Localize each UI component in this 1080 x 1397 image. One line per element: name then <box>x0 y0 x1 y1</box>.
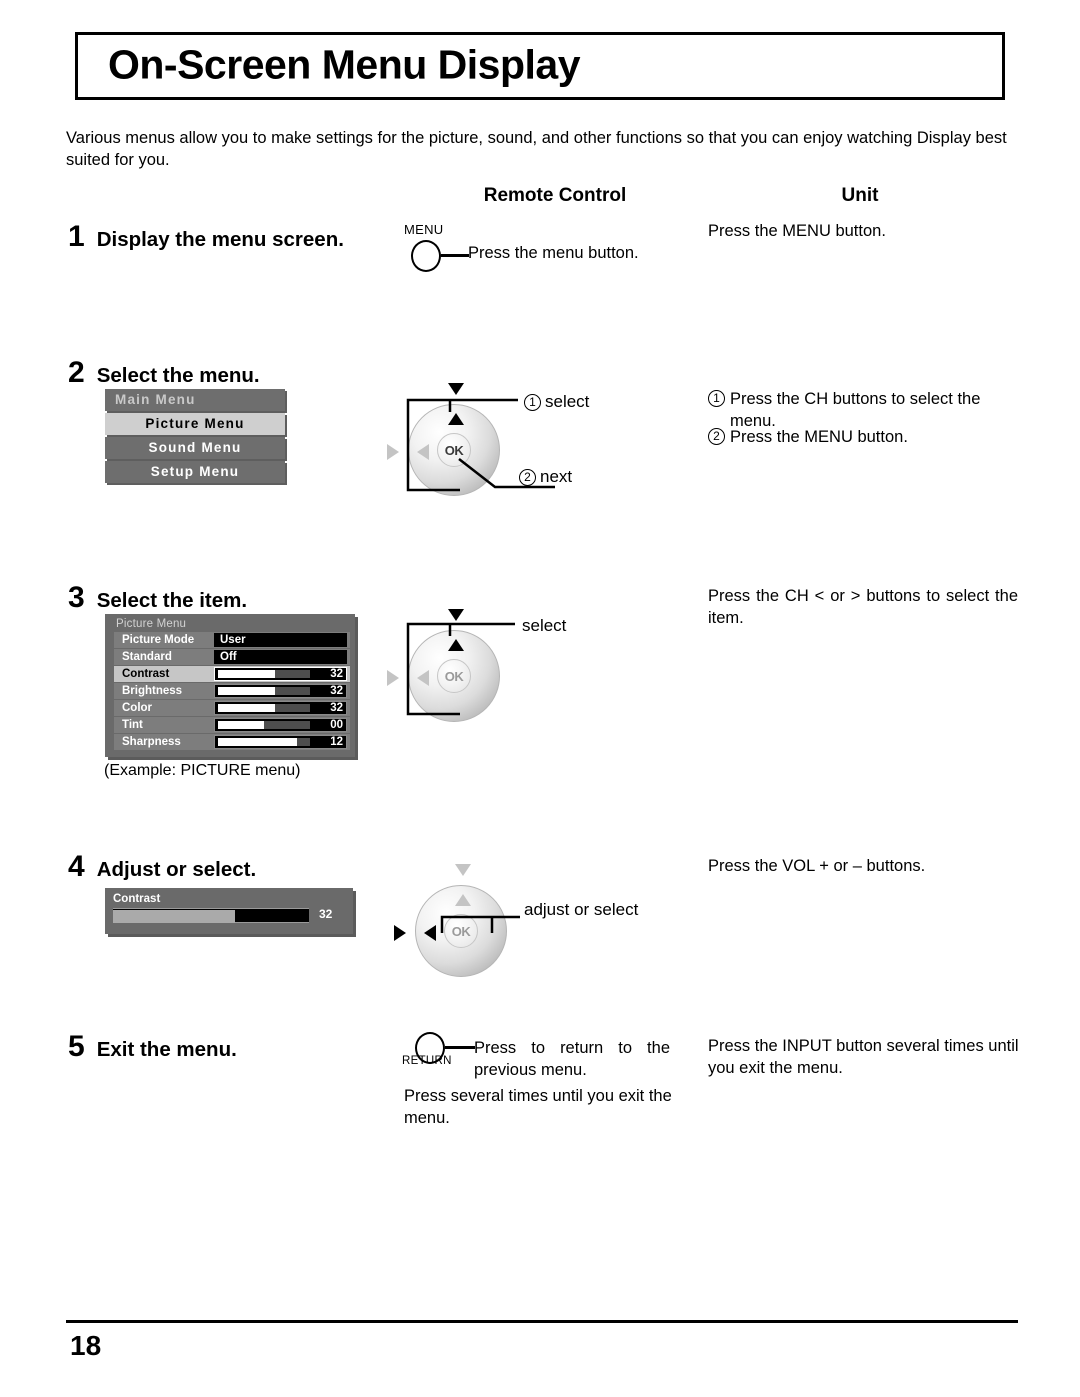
step-4-title: Adjust or select. <box>96 858 257 881</box>
step-5-heading: 5 Exit the menu. <box>68 1032 237 1062</box>
osd-picture-row-contrast[interactable]: Contrast 32 <box>114 666 350 682</box>
osd-picture-slider-brightness[interactable]: 32 <box>214 684 347 698</box>
osd-picture-value-field-picture-mode[interactable]: User <box>214 633 347 647</box>
step-2-callout-2-label: next <box>540 467 573 486</box>
osd-contrast-label: Contrast <box>113 893 161 905</box>
osd-picture-slider-fill-tint <box>218 721 264 729</box>
column-header-unit: Unit <box>841 185 879 206</box>
step-3-callout-label: select <box>522 616 567 635</box>
step-3-caption: (Example: PICTURE menu) <box>104 762 301 779</box>
osd-picture-label-picture-mode: Picture Mode <box>122 634 195 646</box>
step-1-heading: 1 Display the menu screen. <box>68 222 344 252</box>
step-5-remote-extra: Press several times until you exit the m… <box>404 1087 672 1128</box>
osd-picture-slider-tint[interactable]: 00 <box>214 718 347 732</box>
footer-divider <box>66 1320 1018 1323</box>
osd-picture-value-color: 32 <box>330 702 343 714</box>
osd-picture-slider-track-contrast <box>218 670 310 678</box>
menu-button-label: MENU <box>404 222 444 237</box>
osd-contrast-slider[interactable]: 32 <box>113 907 345 923</box>
osd-picture-label-color: Color <box>122 702 153 714</box>
osd-picture-value-field-standard[interactable]: Off <box>214 650 347 664</box>
osd-main-menu-item-picture[interactable]: Picture Menu <box>105 413 285 435</box>
step-1-title: Display the menu screen. <box>96 228 344 251</box>
page-title: On-Screen Menu Display <box>108 41 581 88</box>
osd-main-menu: Main Menu Picture Menu Sound Menu Setup … <box>105 389 285 485</box>
menu-button-leader-line <box>441 254 469 257</box>
osd-picture-label-tint: Tint <box>122 719 143 731</box>
step-4-heading: 4 Adjust or select. <box>68 852 256 882</box>
osd-picture-value-standard: Off <box>220 651 237 663</box>
step-4-number: 4 <box>68 850 85 883</box>
osd-contrast-value: 32 <box>319 907 333 921</box>
osd-picture-value-contrast: 32 <box>330 668 343 680</box>
osd-picture-row-sharpness[interactable]: Sharpness 12 <box>114 734 350 750</box>
step-2-unit-instruction-2: Press the MENU button. <box>730 428 908 446</box>
osd-picture-slider-fill-contrast <box>218 670 276 678</box>
osd-picture-menu: Picture Menu Picture Mode User Standard … <box>105 614 355 757</box>
osd-main-menu-item-sound[interactable]: Sound Menu <box>105 437 285 459</box>
step-3-title: Select the item. <box>96 589 248 612</box>
osd-picture-row-tint[interactable]: Tint 00 <box>114 717 350 733</box>
osd-picture-label-standard: Standard <box>122 651 172 663</box>
osd-picture-row-color[interactable]: Color 32 <box>114 700 350 716</box>
step-5-remote-instruction: Press to return to the previous menu. <box>474 1039 670 1080</box>
osd-picture-slider-track-tint <box>218 721 310 729</box>
osd-main-menu-item-setup[interactable]: Setup Menu <box>105 461 285 483</box>
menu-button-icon[interactable] <box>411 240 441 272</box>
step-5-number: 5 <box>68 1030 85 1063</box>
step-2-callout-2-number: 2 <box>519 469 536 486</box>
osd-picture-label-contrast: Contrast <box>122 668 170 680</box>
step-5-unit-instruction: Press the INPUT button several times unt… <box>708 1037 1019 1078</box>
osd-picture-slider-track-sharpness <box>218 738 310 746</box>
step-2-title: Select the menu. <box>96 364 260 387</box>
osd-picture-value-tint: 00 <box>330 719 343 731</box>
osd-picture-row-picture-mode[interactable]: Picture Mode User <box>114 632 350 648</box>
osd-contrast-slider-track <box>113 908 309 923</box>
osd-main-menu-header: Main Menu <box>105 389 285 411</box>
osd-picture-slider-contrast[interactable]: 32 <box>214 667 347 681</box>
step-3-unit-instruction: Press the CH < or > buttons to select th… <box>708 587 1018 628</box>
step-2-callout-1-label: select <box>545 392 590 411</box>
osd-picture-slider-fill-sharpness <box>218 738 298 746</box>
step-4-unit-instruction: Press the VOL + or – buttons. <box>708 857 926 875</box>
osd-picture-slider-sharpness[interactable]: 12 <box>214 735 347 749</box>
step-1-number: 1 <box>68 220 85 253</box>
dpad-right-arrow-icon[interactable] <box>394 925 406 941</box>
return-button-leader-line <box>445 1046 475 1049</box>
step-3-heading: 3 Select the item. <box>68 583 247 613</box>
osd-picture-slider-color[interactable]: 32 <box>214 701 347 715</box>
page-title-banner: On-Screen Menu Display <box>75 32 1005 100</box>
step-2-unit-item-2-number: 2 <box>708 428 725 445</box>
step-2-number: 2 <box>68 356 85 389</box>
column-header-remote-control: Remote Control <box>483 185 627 206</box>
step-2-unit-item-1-number: 1 <box>708 390 725 407</box>
step-2-callout-1-number: 1 <box>524 394 541 411</box>
osd-contrast-bar: Contrast 32 <box>105 888 353 934</box>
dpad-down-arrow-icon[interactable] <box>455 864 471 876</box>
step-5-title: Exit the menu. <box>96 1038 237 1061</box>
osd-picture-slider-fill-brightness <box>218 687 276 695</box>
step-1-remote-instruction: Press the menu button. <box>468 244 639 262</box>
osd-picture-value-picture-mode: User <box>220 634 246 646</box>
osd-picture-label-sharpness: Sharpness <box>122 736 181 748</box>
osd-picture-row-brightness[interactable]: Brightness 32 <box>114 683 350 699</box>
osd-picture-row-standard[interactable]: Standard Off <box>114 649 350 665</box>
step-1-unit-instruction: Press the MENU button. <box>708 222 886 240</box>
osd-contrast-slider-fill <box>113 910 235 923</box>
step-3-number: 3 <box>68 581 85 614</box>
step-4-callout-label: adjust or select <box>524 900 639 919</box>
osd-picture-slider-track-color <box>218 704 310 712</box>
page-number: 18 <box>70 1330 102 1361</box>
osd-picture-menu-title: Picture Menu <box>116 618 187 630</box>
osd-picture-value-brightness: 32 <box>330 685 343 697</box>
osd-picture-slider-track-brightness <box>218 687 310 695</box>
osd-picture-slider-fill-color <box>218 704 276 712</box>
osd-picture-label-brightness: Brightness <box>122 685 183 697</box>
return-button-label: RETURN <box>402 1055 452 1067</box>
step-2-heading: 2 Select the menu. <box>68 358 260 388</box>
osd-picture-value-sharpness: 12 <box>330 736 343 748</box>
intro-paragraph: Various menus allow you to make settings… <box>66 129 1007 169</box>
